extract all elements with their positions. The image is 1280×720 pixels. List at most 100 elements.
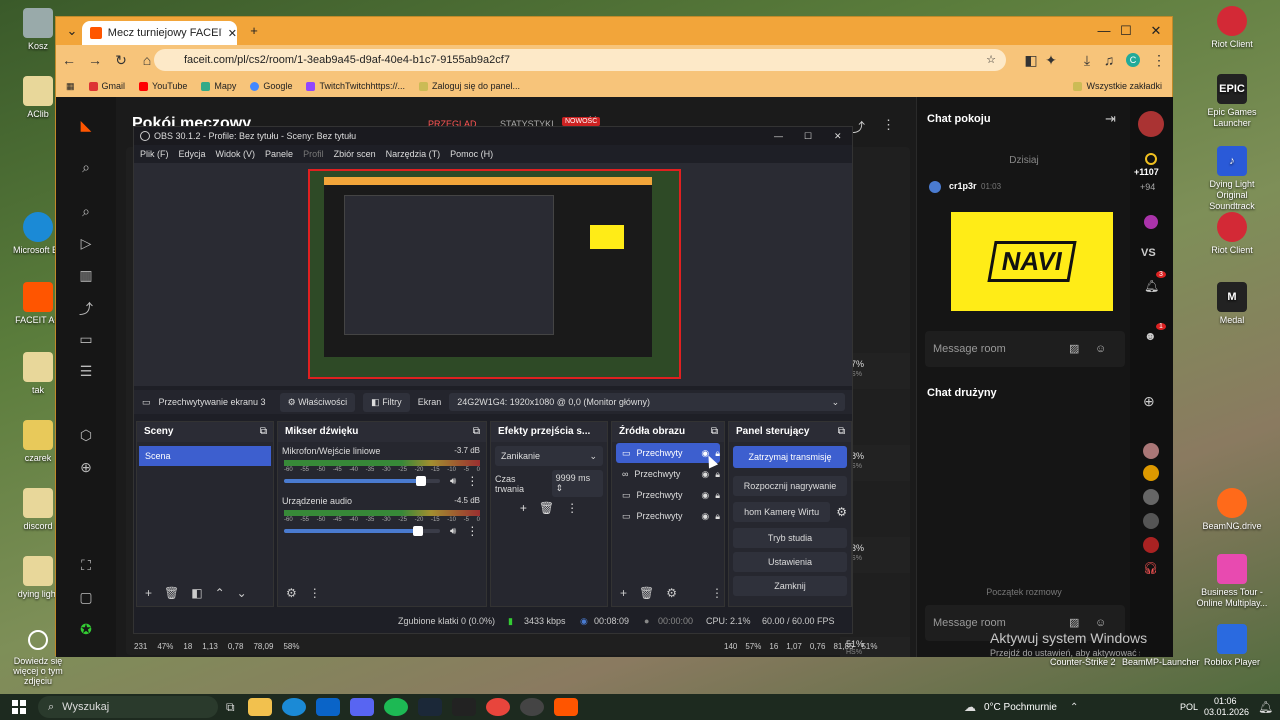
faceit-icon[interactable] [553, 698, 578, 716]
transition-select[interactable]: Zanikanie ⌄ [495, 446, 603, 466]
mixer-menu-icon[interactable]: ⋮ [309, 586, 321, 600]
menu-docks[interactable]: Panele [265, 149, 293, 159]
clock-date[interactable]: 03.01.2026 [1204, 707, 1249, 717]
friends-icon[interactable]: ☻ [1144, 329, 1157, 343]
chrome-icon[interactable] [485, 698, 510, 716]
medal-icon[interactable] [451, 698, 476, 716]
photo-info-icon[interactable] [28, 630, 48, 650]
share-icon[interactable]: ⤴ [852, 117, 865, 136]
volume-slider[interactable] [284, 476, 440, 486]
source-item[interactable]: ∞ Przechwyty ◉ 🔒︎ [616, 464, 720, 484]
virtual-camera-button[interactable]: hom Kamerę Wirtu [733, 502, 831, 522]
browser-tab[interactable]: Mecz turniejowy FACEIT - FACE ✕ [82, 21, 237, 45]
edge-icon[interactable] [281, 698, 306, 716]
obs-close-button[interactable]: ✕ [834, 131, 842, 142]
speaker-icon[interactable]: 🔊︎ [450, 526, 456, 537]
support-icon[interactable]: 🎧︎ [1143, 561, 1158, 575]
collapse-chat-icon[interactable]: ⇥ [1105, 111, 1116, 127]
menu-view[interactable]: Widok (V) [216, 149, 256, 159]
visibility-eye-icon[interactable]: ◉ [701, 469, 709, 480]
lock-icon[interactable]: 🔒︎ [715, 511, 720, 522]
channel-menu-icon[interactable]: ⋮ [466, 524, 478, 538]
search-icon[interactable]: ⌕ [76, 159, 96, 179]
discord-icon[interactable] [349, 698, 374, 716]
desktop-icon-medal[interactable]: M Medal [1196, 282, 1268, 326]
filter-icon[interactable]: ◧ [191, 586, 202, 600]
speaker-icon[interactable]: 🔊︎ [450, 476, 456, 487]
bookmark-star-icon[interactable]: ☆ [986, 49, 996, 71]
desktop-icon-riot[interactable]: Riot Client [1196, 6, 1268, 50]
menu-dots-icon[interactable]: ⋮ [1146, 52, 1172, 69]
faceit-logo-icon[interactable]: ◣ [76, 117, 96, 137]
trash-icon[interactable]: 🗑︎ [164, 586, 179, 600]
exit-button[interactable]: Zamknij [733, 576, 847, 596]
source-item[interactable]: ▭ Przechwyty ◉ 🔒︎ [616, 485, 720, 505]
shop-icon[interactable]: ▢ [76, 589, 96, 609]
desktop-icon-epic[interactable]: EPIC Epic Games Launcher [1196, 74, 1268, 129]
lock-icon[interactable]: 🔒︎ [715, 469, 720, 480]
find-match-icon[interactable]: ⌕ [76, 203, 96, 223]
emoji-icon[interactable]: ☺ [1095, 331, 1106, 367]
float-dock-icon[interactable]: ⧉ [711, 422, 718, 442]
down-icon[interactable]: ⌄ [237, 586, 247, 600]
file-explorer-icon[interactable] [247, 698, 272, 716]
duration-input[interactable]: 9999 ms ⇕ [551, 470, 603, 497]
user-avatar[interactable] [1138, 111, 1164, 137]
notifications-icon[interactable]: 🔔︎ [1144, 279, 1159, 293]
menu-scene-collection[interactable]: Zbiór scen [334, 149, 376, 159]
maximize-button[interactable]: ☐ [1112, 21, 1140, 41]
volume-knob[interactable] [413, 526, 424, 536]
studio-mode-button[interactable]: Tryb studia [733, 528, 847, 548]
language-indicator[interactable]: POL [1180, 702, 1198, 712]
chat-image[interactable]: NAVI [951, 212, 1113, 311]
visibility-eye-icon[interactable]: ◉ [701, 511, 709, 522]
outlook-icon[interactable] [315, 698, 340, 716]
add-icon[interactable]: + [620, 586, 627, 600]
fullscreen-icon[interactable]: ⛶ [76, 557, 96, 577]
virtual-camera-settings-icon[interactable]: ⚙ [836, 505, 847, 519]
visibility-eye-icon[interactable]: ◉ [701, 490, 709, 501]
desktop-icon-beamng[interactable]: BeamNG.drive [1196, 488, 1268, 532]
forward-icon[interactable]: → [82, 52, 108, 68]
extensions-puzzle-icon[interactable]: ✦ [1038, 52, 1064, 69]
add-friend-icon[interactable]: ⊕ [1143, 393, 1155, 410]
volume-slider[interactable] [284, 526, 440, 536]
premium-icon[interactable]: ✪ [76, 621, 96, 641]
friend-avatar[interactable] [1143, 465, 1159, 481]
screen-capture-preview[interactable] [308, 169, 681, 379]
apps-grid-icon[interactable]: ▦ [66, 81, 75, 92]
play-icon[interactable]: ▷ [76, 235, 96, 255]
channel-menu-icon[interactable]: ⋮ [466, 474, 478, 488]
float-dock-icon[interactable]: ⧉ [260, 422, 267, 442]
desktop-icon-business-tour[interactable]: Business Tour - Online Multiplay... [1196, 554, 1268, 609]
new-tab-button[interactable]: + [240, 21, 268, 41]
spotify-icon[interactable] [383, 698, 408, 716]
menu-profile[interactable]: Profil [303, 149, 324, 159]
tab-close-icon[interactable]: ✕ [228, 27, 237, 40]
clock-time[interactable]: 01:06 [1214, 696, 1237, 706]
desktop-icon-roblox[interactable]: Roblox Player [1196, 624, 1268, 668]
obs-maximize-button[interactable]: ☐ [804, 131, 812, 142]
audio-settings-icon[interactable]: ⚙ [286, 586, 297, 600]
list-icon[interactable]: ☰ [76, 363, 96, 383]
up-icon[interactable]: ⌃ [215, 586, 225, 600]
image-upload-icon[interactable]: ▨ [1069, 331, 1079, 367]
add-transition-icon[interactable]: + [520, 501, 527, 515]
close-button[interactable]: ✕ [1142, 21, 1170, 41]
room-message-input[interactable]: Message room ▨ ☺ [925, 331, 1125, 367]
menu-help[interactable]: Pomoc (H) [450, 149, 493, 159]
menu-file[interactable]: Plik (F) [140, 149, 169, 159]
sources-menu-icon[interactable]: ⋮ [711, 586, 723, 600]
friend-avatar[interactable] [1143, 513, 1159, 529]
trash-icon[interactable]: 🗑︎ [539, 501, 554, 515]
friend-avatar[interactable] [1143, 489, 1159, 505]
notification-icon[interactable]: 🔔︎ [1258, 700, 1273, 714]
screen-select[interactable]: 24G2W1G4: 1920x1080 @ 0,0 (Monitor główn… [449, 393, 846, 411]
bookmark-panel[interactable]: Zaloguj się do panel... [418, 81, 520, 91]
stop-streaming-button[interactable]: Zatrzymaj transmisję [733, 446, 847, 468]
float-dock-icon[interactable]: ⧉ [473, 422, 480, 442]
add-icon[interactable]: + [145, 586, 152, 600]
stats-icon[interactable]: ⤴ [76, 299, 96, 319]
media-icon[interactable]: ♫ [1096, 52, 1122, 68]
taskbar-search[interactable]: ⌕ Wyszukaj [38, 696, 218, 718]
